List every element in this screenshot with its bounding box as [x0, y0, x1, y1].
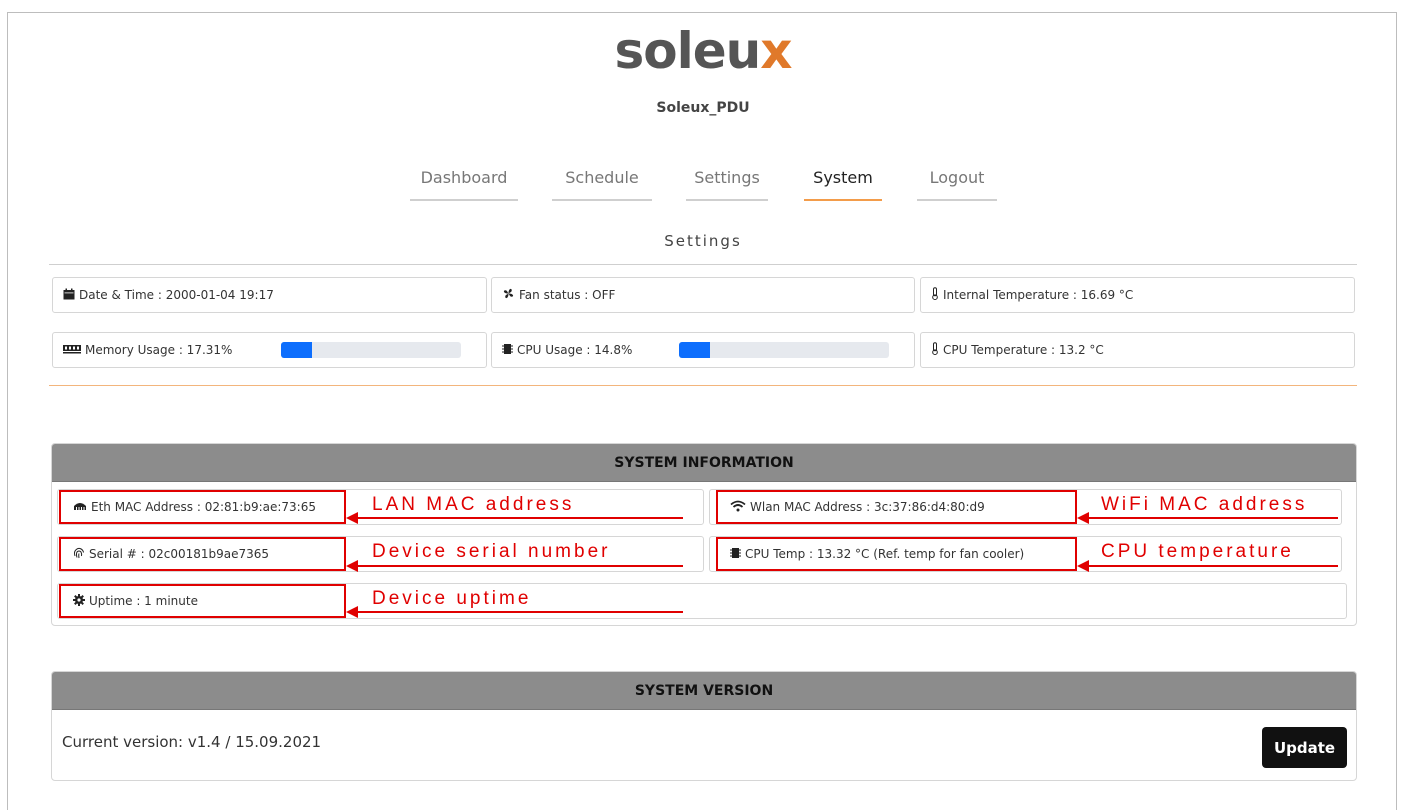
nav-settings[interactable]: Settings	[686, 168, 768, 201]
annotation-lan-mac: LAN MAC address	[372, 494, 575, 515]
wlan-mac-text: Wlan MAC Address : 3c:37:86:d4:80:d9	[750, 500, 985, 514]
nav-system[interactable]: System	[804, 168, 882, 201]
annotation-arrow-line	[1089, 517, 1338, 519]
cpu-temp-highlight: CPU Temp : 13.32 °C (Ref. temp for fan c…	[716, 537, 1077, 571]
internal-temp-card: Internal Temperature : 16.69 °C	[920, 277, 1355, 313]
date-time-text: Date & Time : 2000-01-04 19:17	[79, 288, 274, 302]
update-button[interactable]: Update	[1262, 727, 1347, 768]
soleux-logo: soleux	[0, 22, 1406, 80]
annotation-uptime: Device uptime	[372, 588, 532, 609]
annotation-arrow-head	[346, 606, 358, 618]
logo-accent: x	[760, 22, 792, 80]
memory-usage-text: Memory Usage : 17.31%	[85, 343, 233, 357]
annotation-wifi-mac: WiFi MAC address	[1101, 494, 1308, 515]
cpu-temp-card: CPU Temperature : 13.2 °C	[920, 332, 1355, 368]
system-version-header: SYSTEM VERSION	[52, 672, 1356, 710]
uptime-text: Uptime : 1 minute	[89, 594, 198, 608]
cpu-icon	[502, 343, 513, 358]
memory-progress-bar	[281, 342, 461, 358]
wifi-icon	[730, 500, 746, 515]
nav-logout[interactable]: Logout	[917, 168, 997, 201]
cpu-progress-bar	[679, 342, 889, 358]
fan-icon	[502, 287, 515, 303]
annotation-arrow-line	[358, 517, 683, 519]
divider-accent	[49, 385, 1357, 386]
system-version-panel: SYSTEM VERSION	[51, 671, 1357, 781]
serial-highlight: Serial # : 02c00181b9ae7365	[59, 537, 346, 571]
cpu-temp-text: CPU Temperature : 13.2 °C	[943, 343, 1104, 357]
thermometer-icon	[931, 287, 939, 303]
device-name: Soleux_PDU	[656, 100, 750, 116]
eth-mac-highlight: Eth MAC Address : 02:81:b9:ae:73:65	[59, 490, 346, 524]
annotation-arrow-line	[358, 611, 683, 613]
annotation-cpu-temp: CPU temperature	[1101, 541, 1294, 562]
section-title: Settings	[664, 232, 742, 250]
annotation-arrow-line	[1089, 565, 1338, 567]
nav-dashboard[interactable]: Dashboard	[410, 168, 518, 201]
fan-status-card: Fan status : OFF	[491, 277, 915, 313]
annotation-arrow-head	[1077, 560, 1089, 572]
eth-mac-text: Eth MAC Address : 02:81:b9:ae:73:65	[91, 500, 316, 514]
annotation-arrow-head	[346, 512, 358, 524]
cpu-progress-fill	[679, 342, 711, 358]
annotation-arrow-line	[358, 565, 683, 567]
fingerprint-icon	[73, 547, 85, 562]
cpu-temp-info-text: CPU Temp : 13.32 °C (Ref. temp for fan c…	[745, 547, 1025, 561]
divider	[49, 264, 1357, 265]
memory-progress-fill	[281, 342, 313, 358]
calendar-icon	[63, 288, 75, 303]
cpu-icon	[730, 547, 741, 562]
logo-text: soleu	[614, 22, 761, 80]
nav-schedule[interactable]: Schedule	[552, 168, 652, 201]
annotation-serial: Device serial number	[372, 541, 611, 562]
thermometer-icon	[931, 342, 939, 358]
system-info-header: SYSTEM INFORMATION	[52, 444, 1356, 482]
current-version-text: Current version: v1.4 / 15.09.2021	[62, 733, 322, 751]
wlan-mac-highlight: Wlan MAC Address : 3c:37:86:d4:80:d9	[716, 490, 1077, 524]
uptime-highlight: Uptime : 1 minute	[59, 584, 346, 618]
annotation-arrow-head	[346, 560, 358, 572]
ethernet-icon	[73, 500, 87, 514]
memory-icon	[63, 343, 81, 357]
internal-temp-text: Internal Temperature : 16.69 °C	[943, 288, 1134, 302]
gear-icon	[73, 593, 85, 609]
annotation-arrow-head	[1077, 512, 1089, 524]
date-time-card: Date & Time : 2000-01-04 19:17	[52, 277, 487, 313]
cpu-usage-text: CPU Usage : 14.8%	[517, 343, 633, 357]
fan-status-text: Fan status : OFF	[519, 288, 616, 302]
serial-text: Serial # : 02c00181b9ae7365	[89, 547, 270, 561]
